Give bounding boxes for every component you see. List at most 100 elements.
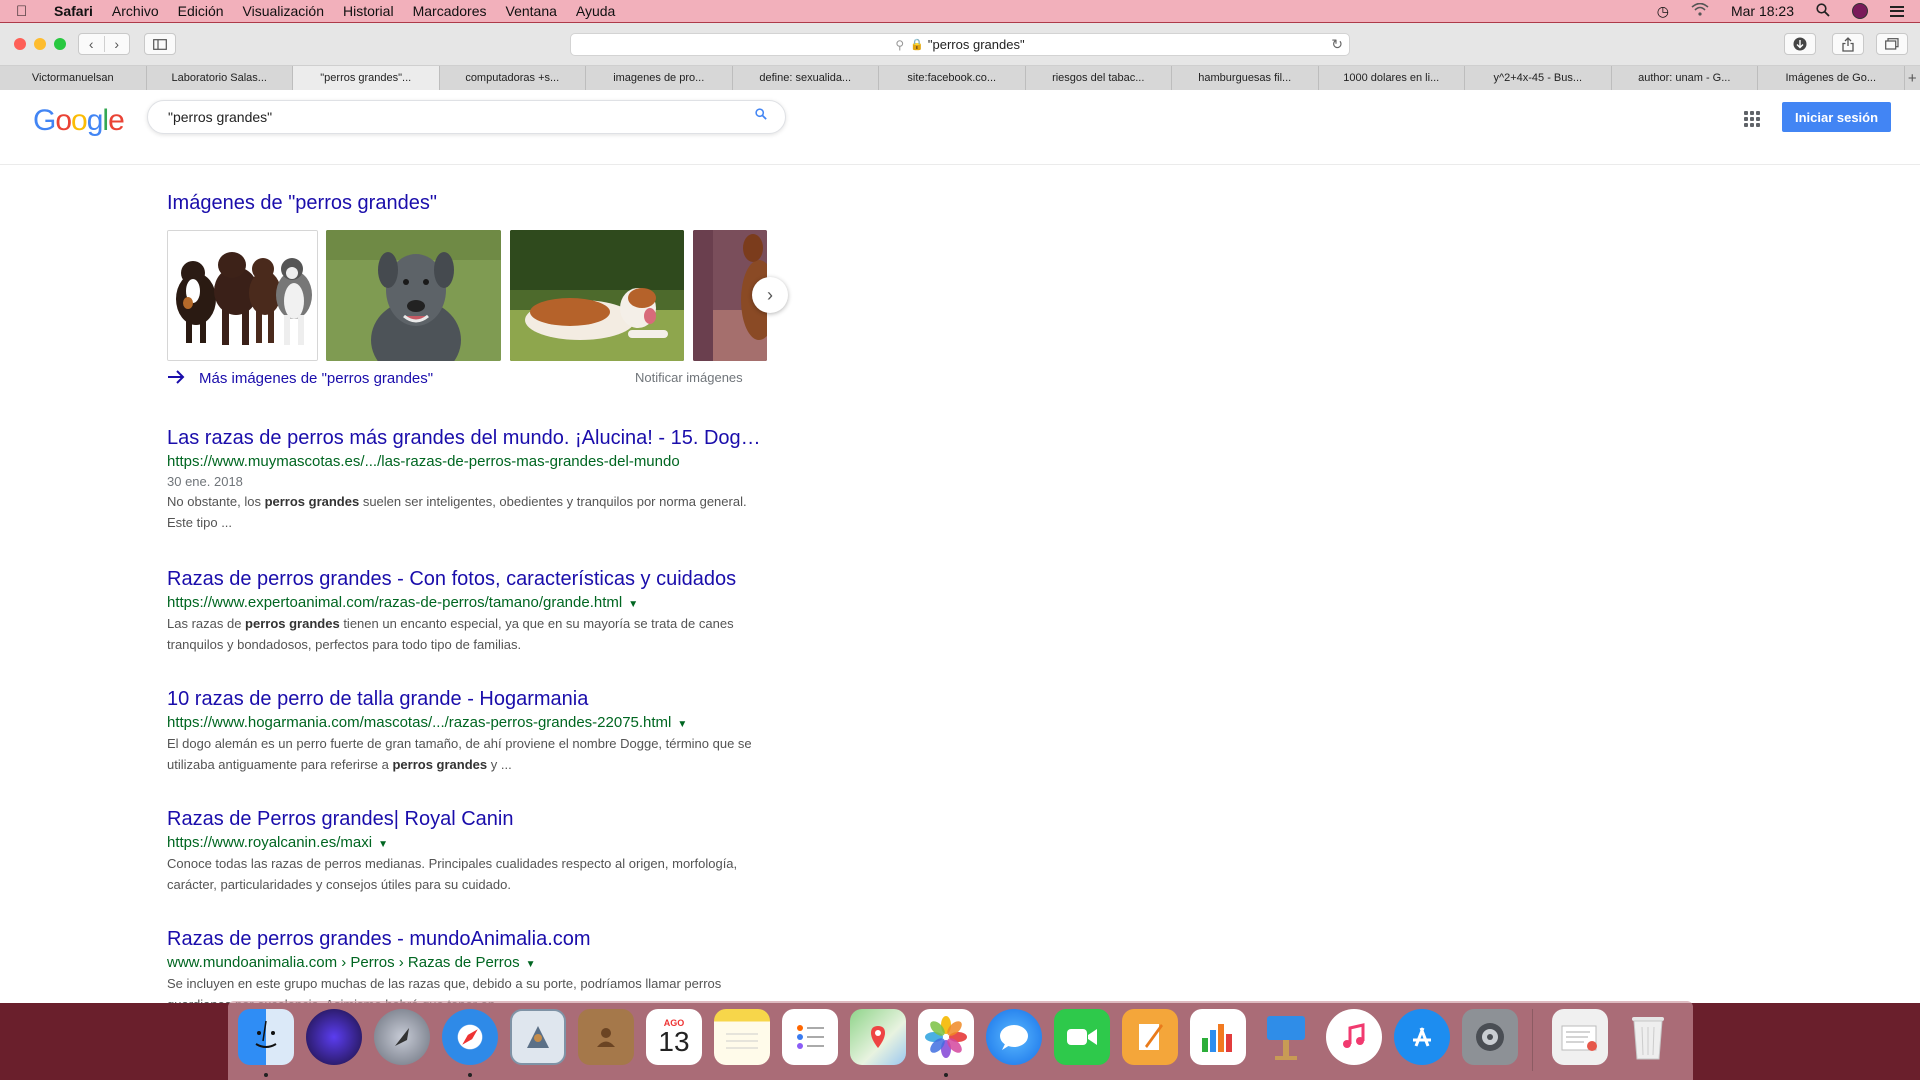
tab[interactable]: Laboratorio Salas...	[147, 66, 293, 90]
result-title[interactable]: Razas de Perros grandes| Royal Canin	[167, 808, 767, 831]
logo-letter: o	[71, 104, 88, 137]
search-input[interactable]: "perros grandes"	[168, 109, 272, 125]
downloads-button[interactable]	[1784, 33, 1816, 55]
finder-icon[interactable]	[238, 1009, 294, 1065]
forward-icon[interactable]: ›	[105, 36, 130, 52]
dropdown-caret-icon[interactable]: ▼	[628, 599, 638, 610]
result-date: 30 ene. 2018	[167, 474, 243, 489]
more-images-link[interactable]: Más imágenes de "perros grandes"	[167, 368, 433, 389]
document-stack-icon[interactable]	[1552, 1009, 1608, 1065]
apple-icon[interactable]: 	[16, 3, 36, 20]
tab[interactable]: Victormanuelsan	[0, 66, 147, 90]
notification-center-icon[interactable]	[1890, 5, 1904, 17]
tabs-overview-icon	[1885, 38, 1899, 50]
menu-ventana[interactable]: Ventana	[506, 3, 557, 19]
tab[interactable]: hamburguesas fil...	[1172, 66, 1319, 90]
system-preferences-icon[interactable]	[1462, 1009, 1518, 1065]
back-icon[interactable]: ‹	[79, 36, 105, 52]
image-thumbnail-dogs-group[interactable]	[167, 230, 318, 361]
tab[interactable]: y^2+4x-45 - Bus...	[1465, 66, 1612, 90]
app-store-icon[interactable]	[1394, 1009, 1450, 1065]
tab[interactable]: Imágenes de Go...	[1758, 66, 1905, 90]
contacts-icon[interactable]	[578, 1009, 634, 1065]
result-snippet: Conoce todas las razas de perros mediana…	[167, 856, 738, 892]
tab[interactable]: imagenes de pro...	[586, 66, 733, 90]
zoom-window-button[interactable]	[54, 38, 66, 50]
menu-historial[interactable]: Historial	[343, 3, 394, 19]
result-title[interactable]: Razas de perros grandes - mundoAnimalia.…	[167, 928, 767, 951]
mail-stamp-icon[interactable]	[510, 1009, 566, 1065]
menu-visualizacion[interactable]: Visualización	[243, 3, 324, 19]
sidebar-toggle-button[interactable]	[144, 33, 176, 55]
user-avatar-icon[interactable]	[1852, 3, 1868, 19]
menu-marcadores[interactable]: Marcadores	[413, 3, 487, 19]
menu-ayuda[interactable]: Ayuda	[576, 3, 615, 19]
sign-in-button[interactable]: Iniciar sesión	[1782, 102, 1891, 132]
result-title[interactable]: Las razas de perros más grandes del mund…	[167, 427, 767, 450]
images-heading[interactable]: Imágenes de "perros grandes"	[167, 192, 437, 215]
launchpad-icon[interactable]	[374, 1009, 430, 1065]
show-all-tabs-button[interactable]	[1876, 33, 1908, 55]
spotlight-search-icon[interactable]	[1816, 2, 1830, 20]
result-snippet: No obstante, los perros grandes suelen s…	[167, 494, 747, 530]
apps-grid-icon[interactable]	[1744, 111, 1762, 129]
wifi-icon[interactable]	[1691, 2, 1709, 19]
trash-icon[interactable]	[1620, 1009, 1676, 1065]
carousel-next-button[interactable]: ›	[752, 277, 788, 313]
dropdown-caret-icon[interactable]: ▼	[526, 959, 536, 970]
address-bar[interactable]: ⚲ 🔒 "perros grandes" ↻	[570, 33, 1350, 56]
calendar-icon[interactable]: AGO 13	[646, 1009, 702, 1065]
google-header: Google "perros grandes" Iniciar sesión	[0, 90, 1920, 165]
logo-letter: g	[86, 104, 104, 137]
result-snippet: Las razas de perros grandes tienen un en…	[167, 616, 734, 652]
address-text: "perros grandes"	[927, 37, 1025, 52]
tab[interactable]: computadoras +s...	[440, 66, 586, 90]
result-url: https://www.muymascotas.es/.../las-razas…	[167, 453, 680, 470]
tab-active[interactable]: "perros grandes"...	[293, 66, 440, 90]
dock-separator	[1532, 1009, 1533, 1071]
result-title[interactable]: Razas de perros grandes - Con fotos, car…	[167, 568, 767, 591]
reminders-icon[interactable]	[782, 1009, 838, 1065]
close-window-button[interactable]	[14, 38, 26, 50]
calendar-day: 13	[658, 1026, 690, 1057]
time-machine-icon[interactable]: ◷	[1657, 3, 1669, 20]
running-indicator	[944, 1073, 948, 1077]
tab[interactable]: author: unam - G...	[1612, 66, 1758, 90]
safari-icon[interactable]	[442, 1009, 498, 1065]
reload-icon[interactable]: ↻	[1331, 36, 1343, 53]
keynote-icon[interactable]	[1258, 1009, 1314, 1065]
dropdown-caret-icon[interactable]: ▼	[677, 719, 687, 730]
report-images-link[interactable]: Notificar imágenes	[635, 370, 743, 385]
notes-icon[interactable]	[714, 1009, 770, 1065]
tab[interactable]: site:facebook.co...	[879, 66, 1026, 90]
result-title[interactable]: 10 razas de perro de talla grande - Hoga…	[167, 688, 767, 711]
share-icon	[1842, 36, 1854, 52]
tab[interactable]: 1000 dolares en li...	[1319, 66, 1465, 90]
dropdown-caret-icon[interactable]: ▼	[378, 839, 388, 850]
menu-safari[interactable]: Safari	[54, 3, 93, 19]
numbers-icon[interactable]	[1190, 1009, 1246, 1065]
result-url: https://www.expertoanimal.com/razas-de-p…	[167, 594, 639, 611]
menu-archivo[interactable]: Archivo	[112, 3, 159, 19]
facetime-icon[interactable]	[1054, 1009, 1110, 1065]
itunes-icon[interactable]	[1326, 1009, 1382, 1065]
result-snippet: Se incluyen en este grupo muchas de las …	[167, 976, 722, 1003]
new-tab-button[interactable]: +	[1905, 66, 1920, 90]
maps-icon[interactable]	[850, 1009, 906, 1065]
tab[interactable]: riesgos del tabac...	[1026, 66, 1172, 90]
image-thumbnail-great-dane[interactable]	[326, 230, 501, 361]
search-result: 10 razas de perro de talla grande - Hoga…	[167, 688, 767, 775]
siri-icon[interactable]	[306, 1009, 362, 1065]
share-button[interactable]	[1832, 33, 1864, 55]
search-box[interactable]: "perros grandes"	[147, 100, 786, 134]
minimize-window-button[interactable]	[34, 38, 46, 50]
photos-icon[interactable]	[918, 1009, 974, 1065]
pages-icon[interactable]	[1122, 1009, 1178, 1065]
clock[interactable]: Mar 18:23	[1731, 3, 1794, 19]
tab[interactable]: define: sexualida...	[733, 66, 879, 90]
messages-icon[interactable]	[986, 1009, 1042, 1065]
image-thumbnail-saint-bernard[interactable]	[510, 230, 684, 361]
menu-edicion[interactable]: Edición	[178, 3, 224, 19]
search-icon[interactable]	[755, 108, 767, 120]
google-logo[interactable]: Google	[33, 104, 125, 138]
